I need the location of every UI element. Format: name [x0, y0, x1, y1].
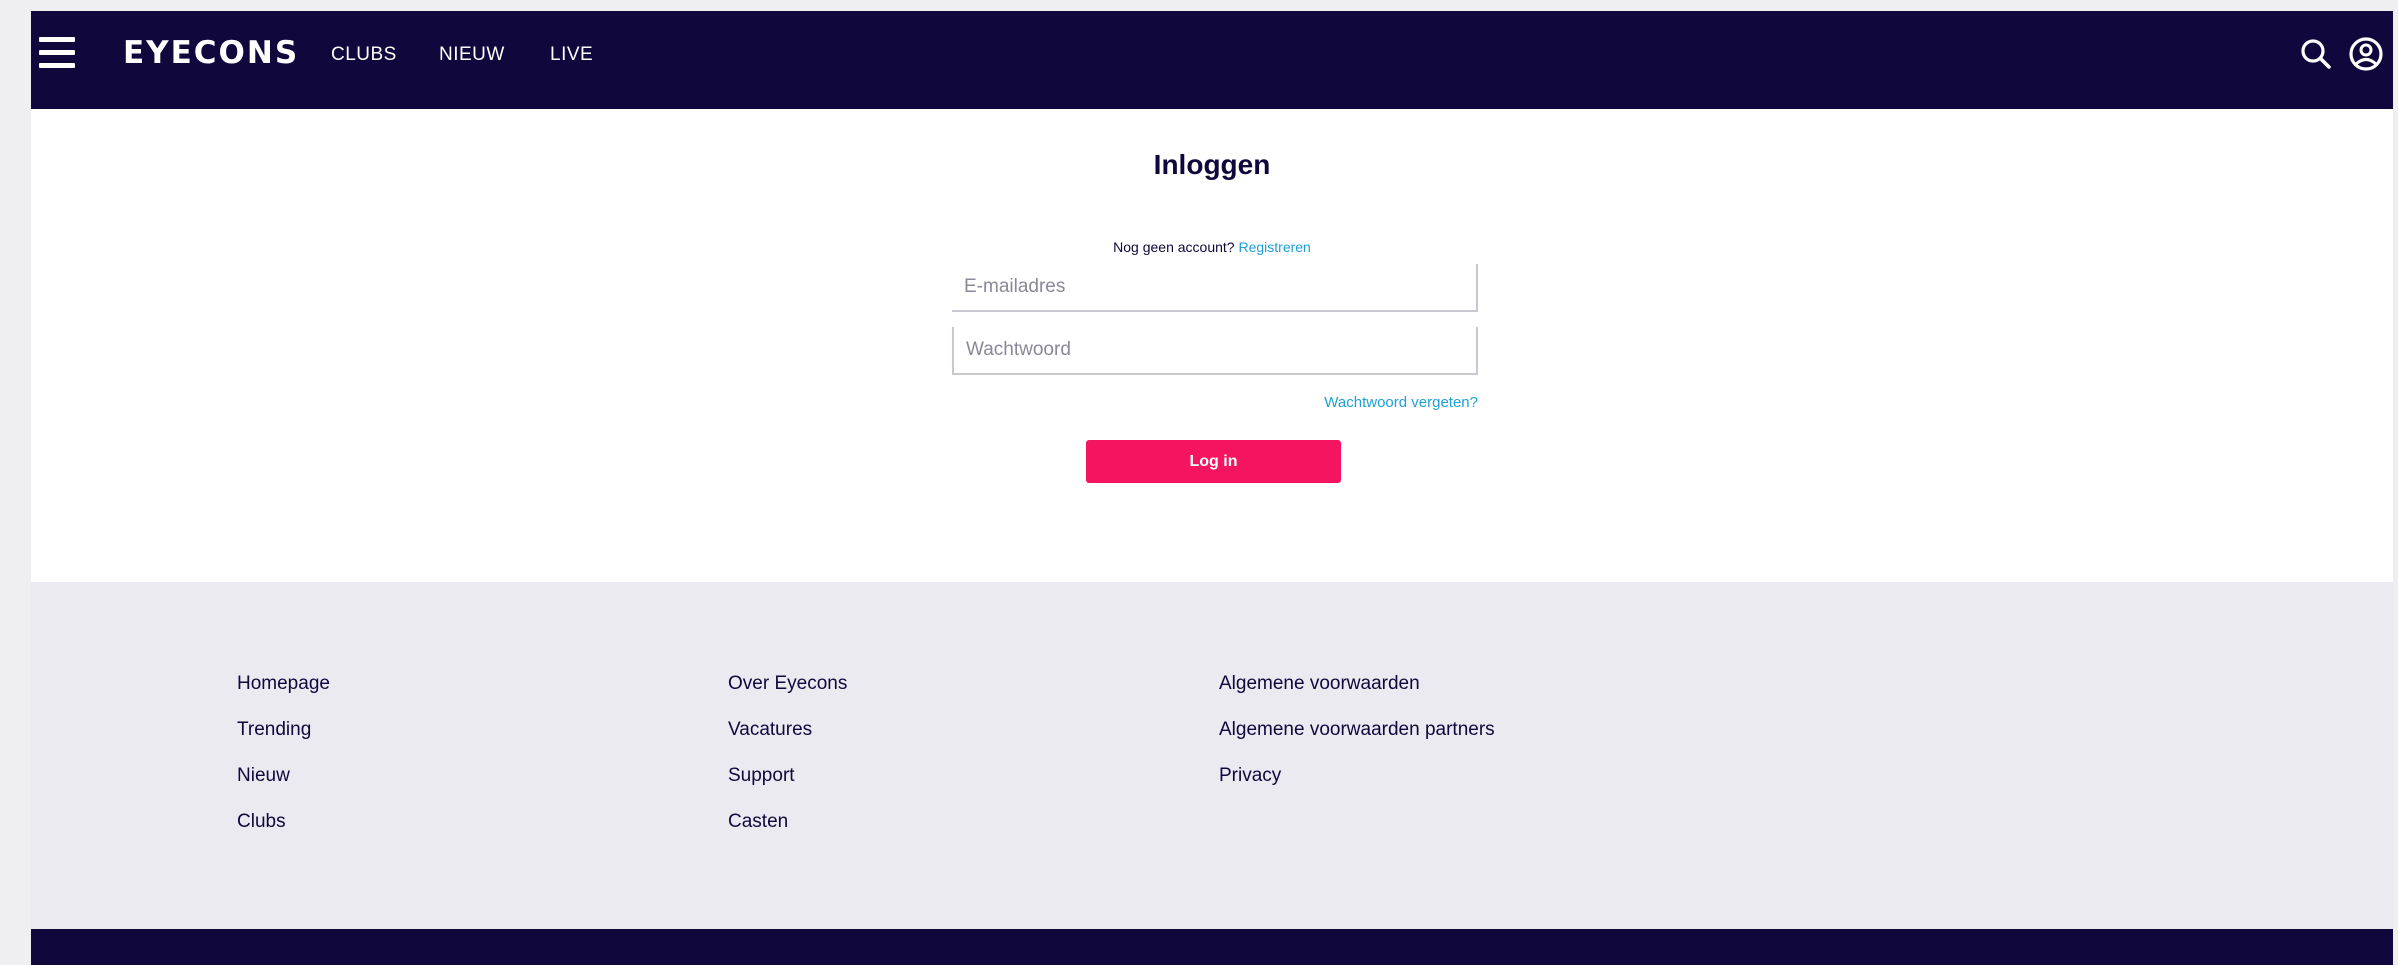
user-account-icon[interactable]: [2346, 36, 2386, 76]
footer-link-over-eyecons[interactable]: Over Eyecons: [728, 674, 847, 720]
footer-link-trending[interactable]: Trending: [237, 720, 330, 766]
footer-column-site: Homepage Trending Nieuw Clubs: [237, 674, 330, 858]
signup-prompt: Nog geen account? Registreren: [31, 240, 2393, 254]
login-button[interactable]: Log in: [1086, 440, 1341, 483]
menu-icon[interactable]: [39, 37, 75, 69]
footer-link-casten[interactable]: Casten: [728, 812, 847, 858]
footer-link-terms[interactable]: Algemene voorwaarden: [1219, 674, 1495, 720]
password-field[interactable]: [952, 327, 1478, 375]
bottom-bar: [31, 929, 2393, 965]
nav-nieuw[interactable]: NIEUW: [439, 45, 505, 64]
top-navigation-bar: EYECONS CLUBS NIEUW LIVE: [31, 11, 2393, 109]
nav-live[interactable]: LIVE: [550, 45, 593, 64]
login-title: Inloggen: [1153, 149, 1271, 180]
footer-column-legal: Algemene voorwaarden Algemene voorwaarde…: [1219, 674, 1495, 812]
footer-link-homepage[interactable]: Homepage: [237, 674, 330, 720]
no-account-text: Nog geen account?: [1113, 239, 1235, 255]
footer-link-privacy[interactable]: Privacy: [1219, 766, 1495, 812]
search-icon[interactable]: [2297, 36, 2337, 76]
footer-link-nieuw[interactable]: Nieuw: [237, 766, 330, 812]
footer-link-clubs[interactable]: Clubs: [237, 812, 330, 858]
footer-link-partner-terms[interactable]: Algemene voorwaarden partners: [1219, 720, 1495, 766]
footer: Homepage Trending Nieuw Clubs Over Eyeco…: [31, 582, 2393, 929]
footer-link-vacatures[interactable]: Vacatures: [728, 720, 847, 766]
footer-link-support[interactable]: Support: [728, 766, 847, 812]
footer-column-company: Over Eyecons Vacatures Support Casten: [728, 674, 847, 858]
page: EYECONS CLUBS NIEUW LIVE Inloggen Nog ge…: [31, 11, 2393, 965]
email-field[interactable]: [952, 264, 1478, 312]
register-link[interactable]: Registreren: [1238, 239, 1310, 255]
nav-clubs[interactable]: CLUBS: [331, 45, 397, 64]
forgot-password-link[interactable]: Wachtwoord vergeten?: [1324, 395, 1478, 410]
eyecons-logo[interactable]: EYECONS: [123, 38, 299, 69]
